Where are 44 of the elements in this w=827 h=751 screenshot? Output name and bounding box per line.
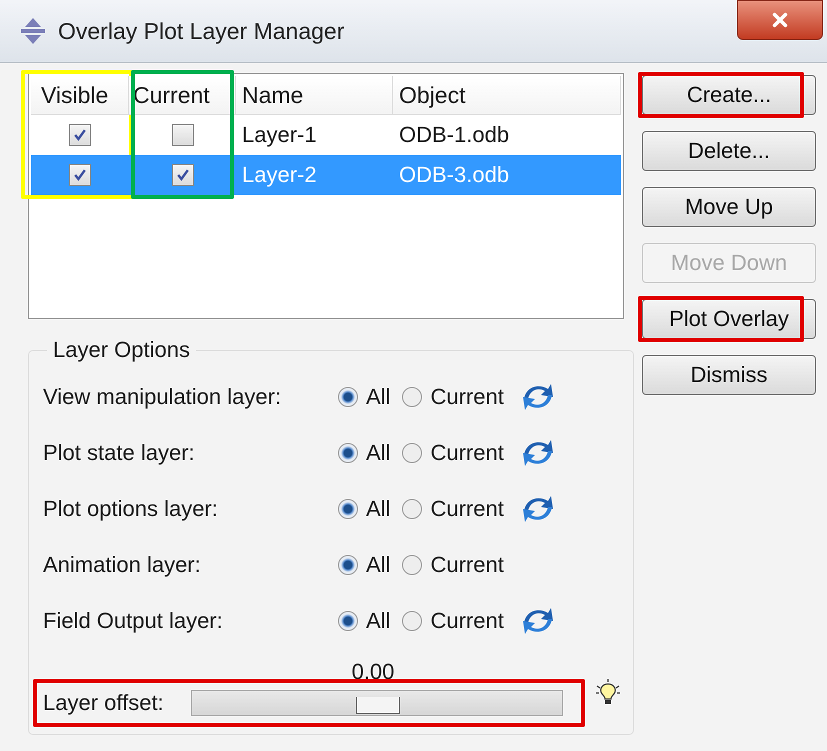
close-icon[interactable]	[770, 11, 790, 29]
check-icon	[72, 127, 88, 143]
radio-button[interactable]: Current	[402, 552, 504, 578]
group-title: Layer Options	[52, 337, 191, 363]
option-label: Plot state layer:	[43, 440, 196, 466]
table-cell: Layer-1	[242, 122, 317, 148]
dialog-button[interactable]: Delete...	[642, 131, 816, 171]
column-header[interactable]: Current	[129, 76, 236, 115]
radio-button[interactable]: All	[338, 384, 390, 410]
checkbox[interactable]	[69, 124, 91, 146]
column-header[interactable]: Object	[393, 76, 621, 115]
option-label: Field Output layer:	[43, 608, 224, 634]
dialog-button[interactable]: Dismiss	[642, 355, 816, 395]
checkbox[interactable]	[69, 164, 91, 186]
dialog-button[interactable]: Create...	[642, 75, 816, 115]
window-title: Overlay Plot Layer Manager	[58, 18, 344, 44]
table-cell: Layer-2	[242, 162, 317, 188]
checkbox[interactable]	[172, 124, 194, 146]
check-icon	[72, 167, 88, 183]
option-label: View manipulation layer:	[43, 384, 282, 410]
dialog-button[interactable]: Plot Overlay	[642, 299, 816, 339]
checkbox[interactable]	[172, 164, 194, 186]
table-cell: ODB-1.odb	[399, 122, 510, 148]
radio-button[interactable]: All	[338, 608, 390, 634]
dialog-button[interactable]: Move Up	[642, 187, 816, 227]
slider-thumb[interactable]	[356, 697, 400, 714]
slider-label: Layer offset:	[43, 690, 165, 716]
radio-button[interactable]: All	[338, 440, 390, 466]
option-label: Plot options layer:	[43, 496, 219, 522]
offset-slider[interactable]	[191, 690, 563, 716]
radio-button[interactable]: All	[338, 496, 390, 522]
option-label: Animation layer:	[43, 552, 202, 578]
radio-button[interactable]: All	[338, 552, 390, 578]
offset-value: 0.00	[350, 659, 396, 685]
close-button[interactable]	[737, 0, 823, 40]
column-header[interactable]: Visible	[31, 76, 129, 115]
table-cell: ODB-3.odb	[399, 162, 510, 188]
radio-button[interactable]: Current	[402, 496, 504, 522]
radio-button[interactable]: Current	[402, 440, 504, 466]
radio-button[interactable]: Current	[402, 608, 504, 634]
radio-button[interactable]: Current	[402, 384, 504, 410]
diamond-arrows-icon	[18, 16, 48, 46]
column-header[interactable]: Name	[236, 76, 393, 115]
check-icon	[174, 167, 190, 183]
